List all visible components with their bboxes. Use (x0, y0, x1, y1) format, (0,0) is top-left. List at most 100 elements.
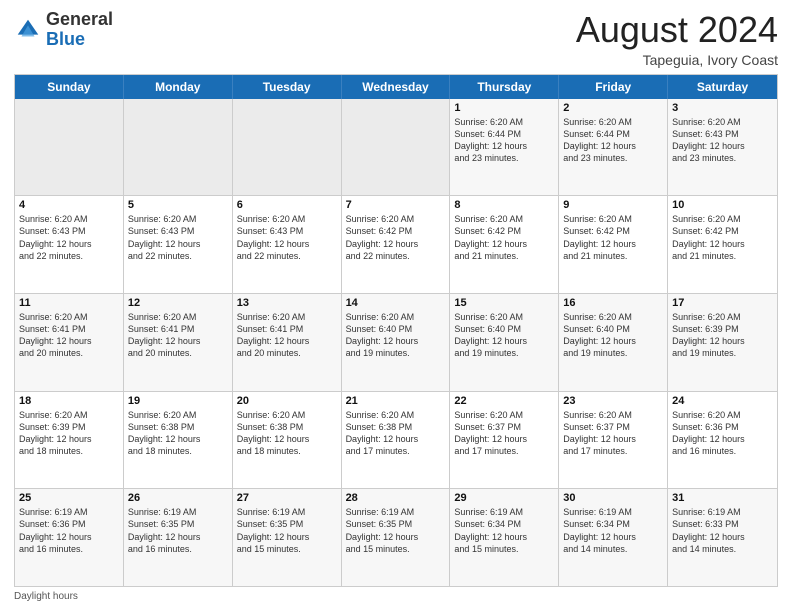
calendar-header-cell: Thursday (450, 75, 559, 99)
subtitle: Tapeguia, Ivory Coast (576, 52, 778, 68)
calendar-cell: 17 Sunrise: 6:20 AM Sunset: 6:39 PM Dayli… (668, 294, 777, 391)
logo-general-text: General (46, 9, 113, 29)
calendar-cell: 1Sunrise: 6:20 AM Sunset: 6:44 PM Daylig… (450, 99, 559, 196)
day-number: 29 (454, 492, 554, 504)
calendar-cell: 21 Sunrise: 6:20 AM Sunset: 6:38 PM Dayli… (342, 392, 451, 489)
day-number: 6 (237, 199, 337, 211)
day-info: Sunrise: 6:20 AM Sunset: 6:42 PM Dayligh… (563, 213, 663, 262)
calendar-cell: 18 Sunrise: 6:20 AM Sunset: 6:39 PM Dayli… (15, 392, 124, 489)
day-info: Sunrise: 6:19 AM Sunset: 6:33 PM Dayligh… (672, 506, 773, 555)
day-number: 2 (563, 102, 663, 114)
calendar-cell (342, 99, 451, 196)
day-info: Sunrise: 6:20 AM Sunset: 6:43 PM Dayligh… (237, 213, 337, 262)
day-number: 26 (128, 492, 228, 504)
day-number: 28 (346, 492, 446, 504)
day-number: 9 (563, 199, 663, 211)
day-number: 14 (346, 297, 446, 309)
footer: Daylight hours (14, 591, 778, 602)
day-info: Sunrise: 6:20 AM Sunset: 6:43 PM Dayligh… (19, 213, 119, 262)
calendar-cell (15, 99, 124, 196)
calendar-cell: 25Sunrise: 6:19 AM Sunset: 6:36 PM Dayli… (15, 489, 124, 586)
calendar-cell: 16 Sunrise: 6:20 AM Sunset: 6:40 PM Dayli… (559, 294, 668, 391)
calendar-row: 25Sunrise: 6:19 AM Sunset: 6:36 PM Dayli… (15, 488, 777, 586)
day-info: Sunrise: 6:20 AM Sunset: 6:39 PM Dayligh… (19, 409, 119, 458)
day-info: Sunrise: 6:19 AM Sunset: 6:35 PM Dayligh… (237, 506, 337, 555)
day-number: 23 (563, 395, 663, 407)
day-number: 4 (19, 199, 119, 211)
calendar-header-cell: Friday (559, 75, 668, 99)
day-number: 7 (346, 199, 446, 211)
calendar-cell: 13 Sunrise: 6:20 AM Sunset: 6:41 PM Dayli… (233, 294, 342, 391)
calendar-cell: 19 Sunrise: 6:20 AM Sunset: 6:38 PM Dayli… (124, 392, 233, 489)
day-info: Sunrise: 6:20 AM Sunset: 6:39 PM Dayligh… (672, 311, 773, 360)
calendar-cell: 29 Sunrise: 6:19 AM Sunset: 6:34 PM Dayli… (450, 489, 559, 586)
calendar-cell: 22Sunrise: 6:20 AM Sunset: 6:37 PM Dayli… (450, 392, 559, 489)
calendar-row: 1 Sunrise: 6:20 AM Sunset: 6:44 PM Daylig… (15, 99, 777, 196)
day-number: 13 (237, 297, 337, 309)
calendar-cell: 31 Sunrise: 6:19 AM Sunset: 6:33 PM Dayli… (668, 489, 777, 586)
calendar-cell: 6 Sunrise: 6:20 AM Sunset: 6:43 PM Daylig… (233, 196, 342, 293)
day-number: 11 (19, 297, 119, 309)
calendar-cell: 12 Sunrise: 6:20 AM Sunset: 6:41 PM Dayli… (124, 294, 233, 391)
day-info: Sunrise: 6:20 AM Sunset: 6:38 PM Dayligh… (237, 409, 337, 458)
calendar-header-cell: Sunday (15, 75, 124, 99)
calendar-body: 1 Sunrise: 6:20 AM Sunset: 6:44 PM Daylig… (15, 99, 777, 586)
day-number: 8 (454, 199, 554, 211)
day-info: Sunrise: 6:19 AM Sunset: 6:36 PM Dayligh… (19, 506, 119, 555)
calendar-cell (124, 99, 233, 196)
calendar-row: 4 Sunrise: 6:20 AM Sunset: 6:43 PM Daylig… (15, 195, 777, 293)
calendar-cell: 26 Sunrise: 6:19 AM Sunset: 6:35 PM Dayli… (124, 489, 233, 586)
calendar: SundayMondayTuesdayWednesdayThursdayFrid… (14, 74, 778, 587)
logo-text: General Blue (46, 10, 113, 50)
header: General Blue August 2024 Tapeguia, Ivory… (14, 10, 778, 68)
calendar-cell: 3Sunrise: 6:20 AM Sunset: 6:43 PM Daylig… (668, 99, 777, 196)
calendar-cell: 11 Sunrise: 6:20 AM Sunset: 6:41 PM Dayli… (15, 294, 124, 391)
logo-icon (14, 16, 42, 44)
main-title: August 2024 (576, 10, 778, 50)
calendar-cell: 30Sunrise: 6:19 AM Sunset: 6:34 PM Dayli… (559, 489, 668, 586)
day-number: 24 (672, 395, 773, 407)
day-number: 1 (454, 102, 554, 114)
day-info: Sunrise: 6:20 AM Sunset: 6:41 PM Dayligh… (19, 311, 119, 360)
day-number: 10 (672, 199, 773, 211)
day-info: Sunrise: 6:20 AM Sunset: 6:38 PM Dayligh… (346, 409, 446, 458)
day-info: Sunrise: 6:20 AM Sunset: 6:43 PM Dayligh… (128, 213, 228, 262)
calendar-cell: 9 Sunrise: 6:20 AM Sunset: 6:42 PM Daylig… (559, 196, 668, 293)
day-info: Sunrise: 6:19 AM Sunset: 6:34 PM Dayligh… (454, 506, 554, 555)
calendar-cell: 14Sunrise: 6:20 AM Sunset: 6:40 PM Dayli… (342, 294, 451, 391)
calendar-header-cell: Wednesday (342, 75, 451, 99)
day-info: Sunrise: 6:20 AM Sunset: 6:40 PM Dayligh… (563, 311, 663, 360)
day-number: 16 (563, 297, 663, 309)
day-info: Sunrise: 6:19 AM Sunset: 6:35 PM Dayligh… (128, 506, 228, 555)
day-number: 21 (346, 395, 446, 407)
day-info: Sunrise: 6:20 AM Sunset: 6:42 PM Dayligh… (672, 213, 773, 262)
day-number: 18 (19, 395, 119, 407)
day-number: 30 (563, 492, 663, 504)
calendar-header-cell: Tuesday (233, 75, 342, 99)
logo-blue-text: Blue (46, 29, 85, 49)
calendar-cell: 8 Sunrise: 6:20 AM Sunset: 6:42 PM Daylig… (450, 196, 559, 293)
day-info: Sunrise: 6:20 AM Sunset: 6:40 PM Dayligh… (454, 311, 554, 360)
day-number: 3 (672, 102, 773, 114)
day-number: 12 (128, 297, 228, 309)
calendar-cell (233, 99, 342, 196)
day-number: 19 (128, 395, 228, 407)
day-info: Sunrise: 6:20 AM Sunset: 6:38 PM Dayligh… (128, 409, 228, 458)
calendar-cell: 4 Sunrise: 6:20 AM Sunset: 6:43 PM Daylig… (15, 196, 124, 293)
daylight-hours-label: Daylight hours (14, 591, 78, 602)
calendar-cell: 27Sunrise: 6:19 AM Sunset: 6:35 PM Dayli… (233, 489, 342, 586)
day-info: Sunrise: 6:20 AM Sunset: 6:42 PM Dayligh… (346, 213, 446, 262)
day-number: 5 (128, 199, 228, 211)
day-info: Sunrise: 6:20 AM Sunset: 6:41 PM Dayligh… (128, 311, 228, 360)
logo: General Blue (14, 10, 113, 50)
day-info: Sunrise: 6:20 AM Sunset: 6:41 PM Dayligh… (237, 311, 337, 360)
day-info: Sunrise: 6:20 AM Sunset: 6:37 PM Dayligh… (454, 409, 554, 458)
calendar-cell: 10 Sunrise: 6:20 AM Sunset: 6:42 PM Dayli… (668, 196, 777, 293)
day-info: Sunrise: 6:20 AM Sunset: 6:44 PM Dayligh… (563, 116, 663, 165)
calendar-cell: 5 Sunrise: 6:20 AM Sunset: 6:43 PM Daylig… (124, 196, 233, 293)
day-info: Sunrise: 6:20 AM Sunset: 6:42 PM Dayligh… (454, 213, 554, 262)
day-info: Sunrise: 6:20 AM Sunset: 6:37 PM Dayligh… (563, 409, 663, 458)
day-number: 17 (672, 297, 773, 309)
day-info: Sunrise: 6:19 AM Sunset: 6:35 PM Dayligh… (346, 506, 446, 555)
day-number: 31 (672, 492, 773, 504)
